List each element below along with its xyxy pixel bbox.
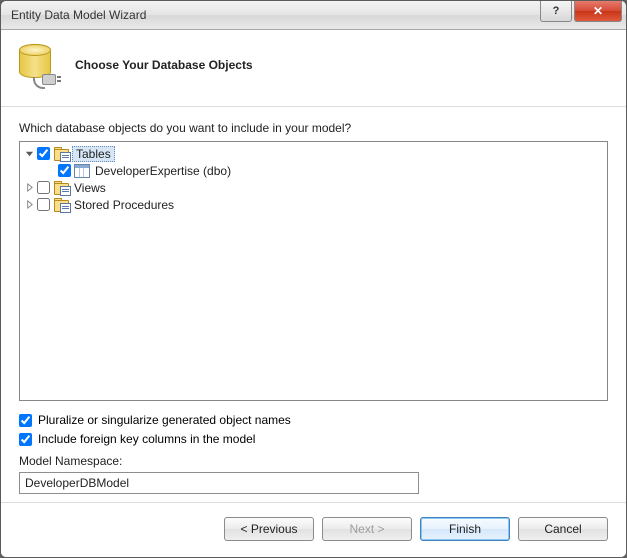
tree-label-developerexpertise: DeveloperExpertise (dbo) (93, 164, 233, 178)
checkbox-pluralize[interactable] (19, 414, 32, 427)
help-icon: ? (553, 5, 560, 17)
titlebar[interactable]: Entity Data Model Wizard ? ✕ (1, 1, 626, 30)
checkbox-storedprocs[interactable] (37, 198, 50, 211)
close-icon: ✕ (593, 4, 603, 18)
help-button[interactable]: ? (540, 1, 572, 22)
expander-views[interactable] (22, 181, 36, 195)
wizard-footer: < Previous Next > Finish Cancel (1, 502, 626, 557)
database-objects-tree[interactable]: Tables DeveloperExpertise (dbo) (19, 141, 608, 401)
cancel-button[interactable]: Cancel (518, 517, 608, 541)
tree-label-storedprocs: Stored Procedures (72, 198, 176, 212)
expander-tables[interactable] (22, 147, 36, 161)
chevron-right-icon (25, 200, 34, 209)
checkbox-foreign-keys[interactable] (19, 433, 32, 446)
wizard-header: Choose Your Database Objects (1, 30, 626, 107)
wizard-step-title: Choose Your Database Objects (75, 58, 253, 72)
wizard-body: Which database objects do you want to in… (1, 107, 626, 502)
label-foreign-keys: Include foreign key columns in the model (38, 432, 255, 446)
chevron-down-icon (25, 149, 34, 158)
previous-button[interactable]: < Previous (224, 517, 314, 541)
checkbox-developerexpertise[interactable] (58, 164, 71, 177)
label-pluralize: Pluralize or singularize generated objec… (38, 413, 291, 427)
tree-node-tables[interactable]: Tables (22, 145, 605, 162)
wizard-window: Entity Data Model Wizard ? ✕ Choose Your… (0, 0, 627, 558)
folder-icon (53, 180, 69, 196)
checkbox-views[interactable] (37, 181, 50, 194)
prompt-label: Which database objects do you want to in… (19, 121, 608, 135)
finish-button[interactable]: Finish (420, 517, 510, 541)
option-foreign-keys: Include foreign key columns in the model (19, 432, 608, 446)
option-pluralize: Pluralize or singularize generated objec… (19, 413, 608, 427)
tree-node-storedprocs[interactable]: Stored Procedures (22, 196, 605, 213)
database-icon (17, 42, 57, 88)
folder-icon (53, 146, 69, 162)
expander-storedprocs[interactable] (22, 198, 36, 212)
close-button[interactable]: ✕ (574, 1, 622, 22)
folder-icon (53, 197, 69, 213)
checkbox-tables[interactable] (37, 147, 50, 160)
namespace-input[interactable] (19, 472, 419, 494)
options-area: Pluralize or singularize generated objec… (19, 401, 608, 494)
window-title: Entity Data Model Wizard (11, 8, 146, 22)
label-namespace: Model Namespace: (19, 454, 608, 468)
tree-node-developerexpertise[interactable]: DeveloperExpertise (dbo) (22, 162, 605, 179)
titlebar-controls: ? ✕ (540, 1, 622, 22)
next-button: Next > (322, 517, 412, 541)
tree-node-views[interactable]: Views (22, 179, 605, 196)
tree-label-views: Views (72, 181, 108, 195)
chevron-right-icon (25, 183, 34, 192)
table-icon (74, 163, 90, 179)
tree-label-tables: Tables (72, 146, 115, 162)
